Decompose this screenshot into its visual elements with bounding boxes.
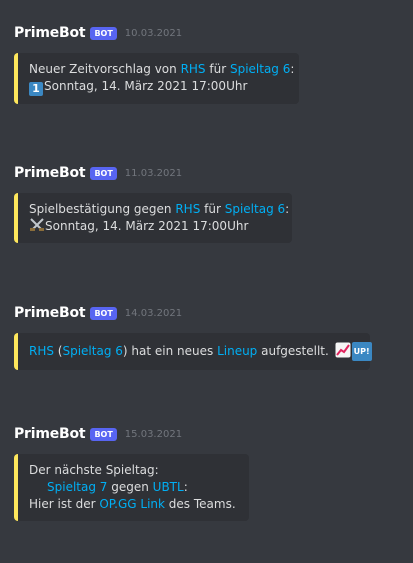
message-3: PrimeBot BOT 14.03.2021 RHS (Spieltag 6)… [14,304,404,370]
embed-card: Der nächste Spieltag: Spieltag 7 gegen U… [14,454,249,521]
message-header: PrimeBot BOT 11.03.2021 [14,164,404,182]
matchday-link[interactable]: Spieltag 6 [230,62,290,76]
team-link[interactable]: RHS [175,202,200,216]
keycap-one-icon: 1 [29,82,43,96]
confirmed-date: Sonntag, 14. März 2021 17:00Uhr [45,219,249,233]
bot-badge: BOT [90,166,117,180]
author-name[interactable]: PrimeBot [14,426,86,442]
message-header: PrimeBot BOT 14.03.2021 [14,304,404,322]
crossed-swords-icon [30,218,44,231]
author-name[interactable]: PrimeBot [14,165,86,181]
message-4: PrimeBot BOT 15.03.2021 Der nächste Spie… [14,425,404,521]
embed-card: RHS (Spieltag 6) hat ein neues Lineup au… [14,333,372,370]
bot-badge: BOT [90,26,117,40]
timestamp: 15.03.2021 [124,428,183,440]
opponent-link[interactable]: UBTL [153,480,184,494]
message-header: PrimeBot BOT 10.03.2021 [14,24,404,42]
team-link[interactable]: RHS [181,62,206,76]
message-2: PrimeBot BOT 11.03.2021 Spielbestätigung… [14,164,404,243]
team-link[interactable]: RHS [29,344,54,358]
matchday-link[interactable]: Spieltag 7 [47,480,107,494]
author-name[interactable]: PrimeBot [14,305,86,321]
opgg-link[interactable]: OP.GG Link [99,497,165,511]
chart-increasing-icon [335,342,351,358]
matchday-link[interactable]: Spieltag 6 [225,202,285,216]
message-1: PrimeBot BOT 10.03.2021 Neuer Zeitvorsch… [14,24,404,104]
up-icon: UP! [351,342,372,361]
bot-badge: BOT [90,427,117,441]
timestamp: 14.03.2021 [124,307,183,319]
bot-badge: BOT [90,306,117,320]
author-name[interactable]: PrimeBot [14,25,86,41]
lineup-link[interactable]: Lineup [217,344,257,358]
next-matchday-heading: Der nächste Spieltag: [29,463,159,477]
timestamp: 11.03.2021 [124,167,183,179]
embed-card: Neuer Zeitvorschlag von RHS für Spieltag… [14,53,299,104]
embed-card: Spielbestätigung gegen RHS für Spieltag … [14,193,292,243]
matchday-link[interactable]: Spieltag 6 [62,344,122,358]
timestamp: 10.03.2021 [124,27,183,39]
proposed-date: Sonntag, 14. März 2021 17:00Uhr [44,79,248,93]
message-header: PrimeBot BOT 15.03.2021 [14,425,404,443]
